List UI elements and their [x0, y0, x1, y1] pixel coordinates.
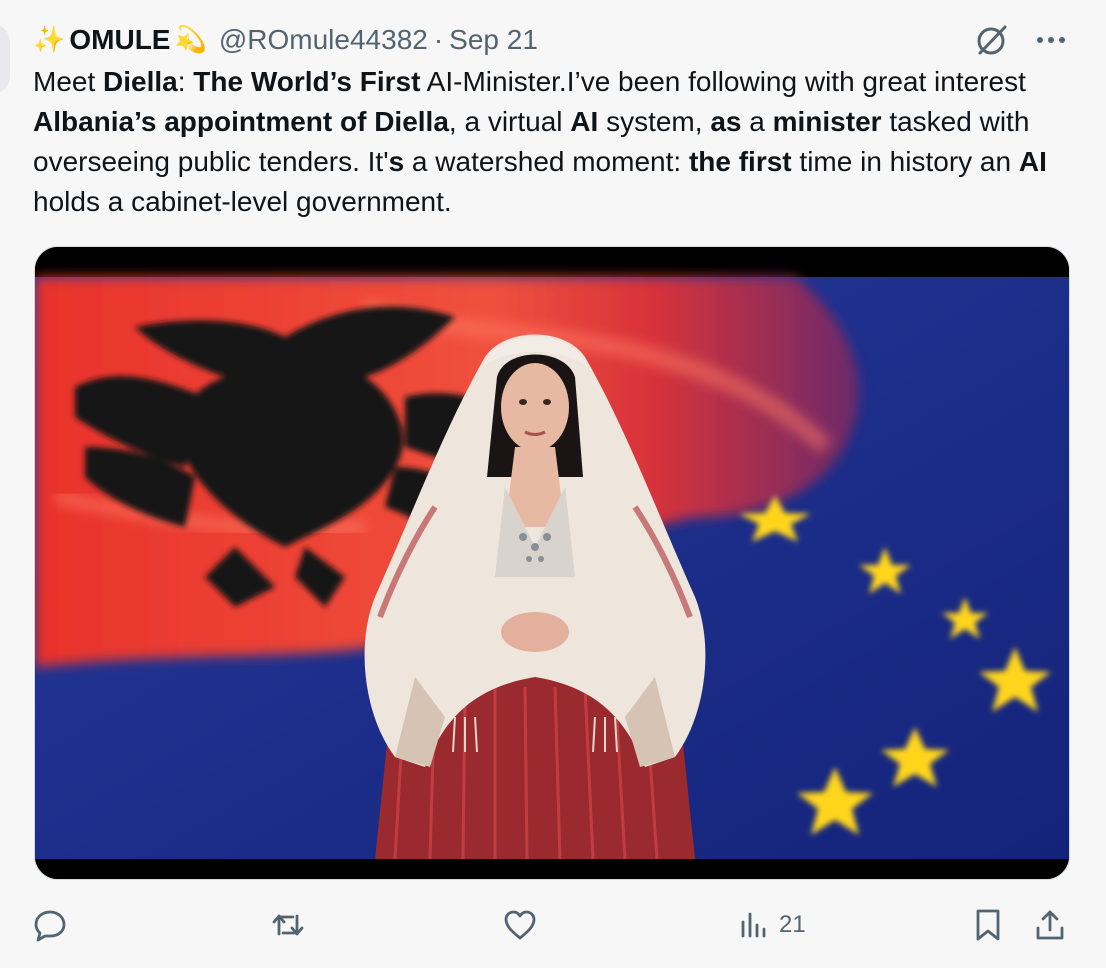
tweet-media[interactable]: [34, 246, 1070, 880]
views-count: 21: [779, 911, 806, 938]
dizzy-emoji: 💫: [174, 25, 207, 55]
share-icon: [1033, 908, 1067, 942]
grok-icon[interactable]: [974, 22, 1010, 58]
text-segment: , a virtual: [448, 106, 571, 137]
repost-icon: [271, 908, 305, 942]
tweet-header: ✨ OMULE 💫 @ROmule44382 · Sep 21: [33, 18, 1066, 62]
bookmark-button[interactable]: [973, 900, 1003, 950]
text-bold-segment: minister: [772, 106, 882, 137]
text-segment: system,: [598, 106, 711, 137]
header-actions: [974, 18, 1066, 62]
tweet-date[interactable]: Sep 21: [449, 24, 538, 56]
reply-button[interactable]: [33, 900, 77, 950]
like-icon: [503, 908, 537, 942]
like-button[interactable]: [503, 900, 547, 950]
text-bold-segment: as: [710, 106, 742, 137]
tweet-action-bar: 21: [33, 900, 1068, 950]
text-segment: a watershed moment:: [404, 146, 689, 177]
share-button[interactable]: [1033, 900, 1067, 950]
sparkles-emoji: ✨: [33, 25, 66, 55]
text-bold-segment: The World’s First: [193, 66, 421, 97]
text-segment: holds a cabinet-level government.: [33, 186, 452, 217]
text-bold-segment: the first: [688, 146, 792, 177]
text-segment: time in history an: [791, 146, 1019, 177]
text-segment: :: [177, 66, 194, 97]
video-still-image: [35, 247, 1069, 879]
tweet-text: Meet Diella: The World’s First AI-Minist…: [33, 62, 1063, 222]
text-segment: AI-Minister.I’ve been following with gre…: [420, 66, 1026, 97]
text-bold-segment: Diella: [103, 66, 178, 97]
bookmark-icon: [973, 908, 1003, 942]
text-segment: a: [741, 106, 773, 137]
text-bold-segment: s: [388, 146, 405, 177]
text-segment: Meet: [33, 66, 104, 97]
text-bold-segment: AI: [570, 106, 599, 137]
views-icon: [739, 910, 769, 940]
author-display-name[interactable]: ✨ OMULE 💫: [33, 24, 207, 56]
text-bold-segment: AI: [1018, 146, 1047, 177]
text-bold-segment: Albania’s appointment of Diella: [33, 106, 449, 137]
author-avatar[interactable]: [0, 24, 10, 94]
author-name-text: OMULE: [69, 24, 171, 55]
views-button[interactable]: 21: [739, 900, 806, 950]
meta-separator: ·: [433, 24, 444, 55]
author-handle[interactable]: @ROmule44382: [219, 24, 428, 56]
repost-button[interactable]: [271, 900, 315, 950]
reply-icon: [33, 908, 67, 942]
more-icon[interactable]: [1036, 35, 1066, 45]
